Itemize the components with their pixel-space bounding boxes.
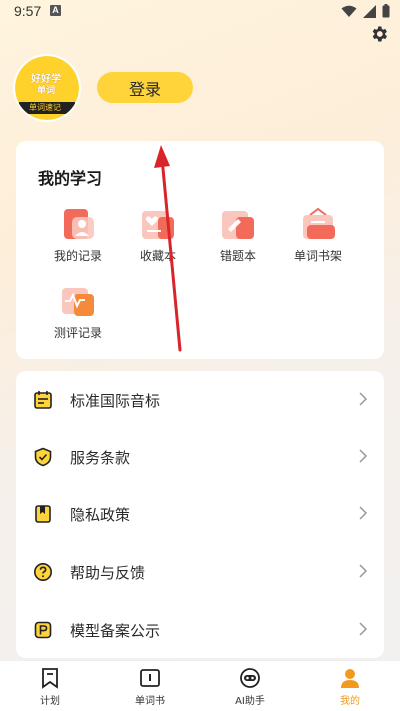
record-icon <box>64 209 94 239</box>
p-icon <box>34 621 52 639</box>
bookmark-icon <box>35 505 51 523</box>
notification-icon: A <box>50 5 61 16</box>
study-item-assessment[interactable]: 测评记录 <box>38 284 118 341</box>
tab-label: 我的 <box>340 696 360 707</box>
study-title: 我的学习 <box>38 169 103 188</box>
chevron-right-icon <box>359 564 368 578</box>
avatar-band-text: 单词速记 <box>29 103 61 112</box>
menu-item-label: 服务条款 <box>70 449 131 467</box>
favorites-icon <box>142 211 174 239</box>
chevron-right-icon <box>359 392 368 406</box>
tab-ai-assistant[interactable]: AI助手 <box>210 667 290 707</box>
tab-label: 单词书 <box>135 696 165 707</box>
tab-label: AI助手 <box>235 696 265 707</box>
study-item-label: 单词书架 <box>293 249 342 263</box>
study-item-mistakes[interactable]: 错题本 <box>198 207 278 264</box>
menu-item-privacy[interactable]: 隐私政策 <box>16 485 384 542</box>
study-item-label: 测评记录 <box>53 326 102 340</box>
status-right <box>341 4 390 18</box>
status-bar: 9:57 A <box>0 0 400 24</box>
study-item-label: 错题本 <box>219 249 256 263</box>
avatar-text-2: 单词 <box>37 86 56 96</box>
mistakes-icon <box>222 211 254 239</box>
profile-icon <box>341 669 359 688</box>
chevron-right-icon <box>359 449 368 463</box>
settings-menu: 标准国际音标 服务条款 隐私政策 帮助与反馈 模型备案公示 <box>16 371 384 658</box>
calendar-icon <box>34 391 52 409</box>
menu-item-label: 帮助与反馈 <box>70 564 146 582</box>
shield-check-icon <box>34 447 52 467</box>
assessment-icon <box>62 288 94 316</box>
tab-wordbook[interactable]: 单词书 <box>110 667 190 707</box>
study-item-favorites[interactable]: 收藏本 <box>118 207 198 264</box>
chevron-right-icon <box>359 622 368 636</box>
chevron-right-icon <box>359 506 368 520</box>
my-study-card: 我的学习 我的记录 收藏本 错题本 单词书架 测评记录 <box>16 141 384 359</box>
menu-item-label: 隐私政策 <box>70 506 131 524</box>
menu-item-label: 模型备案公示 <box>70 622 161 640</box>
menu-item-help[interactable]: 帮助与反馈 <box>16 543 384 600</box>
question-icon <box>34 563 52 581</box>
flag-icon <box>42 668 58 689</box>
study-item-label: 我的记录 <box>53 249 102 263</box>
avatar[interactable]: 好好学 单词 单词速记 <box>15 56 79 120</box>
book-icon <box>140 669 160 687</box>
signal-icon <box>363 4 376 18</box>
battery-icon <box>382 4 390 18</box>
bookshelf-icon <box>303 207 335 239</box>
tab-me[interactable]: 我的 <box>310 667 390 707</box>
tab-label: 计划 <box>40 696 60 707</box>
wifi-icon <box>341 5 357 17</box>
study-item-bookshelf[interactable]: 单词书架 <box>278 207 358 264</box>
tab-plan[interactable]: 计划 <box>10 667 90 707</box>
login-button[interactable]: 登录 <box>97 72 193 103</box>
study-item-label: 收藏本 <box>139 249 176 263</box>
menu-item-terms[interactable]: 服务条款 <box>16 428 384 485</box>
gear-icon[interactable] <box>369 24 389 44</box>
status-time: 9:57 <box>14 3 42 19</box>
menu-item-label: 标准国际音标 <box>70 392 161 410</box>
robot-icon <box>240 668 260 688</box>
study-item-records[interactable]: 我的记录 <box>38 207 118 264</box>
menu-item-phonetics[interactable]: 标准国际音标 <box>16 371 384 428</box>
bottom-tab-bar: 计划 单词书 AI助手 我的 <box>0 660 400 711</box>
menu-item-model-filing[interactable]: 模型备案公示 <box>16 601 384 658</box>
